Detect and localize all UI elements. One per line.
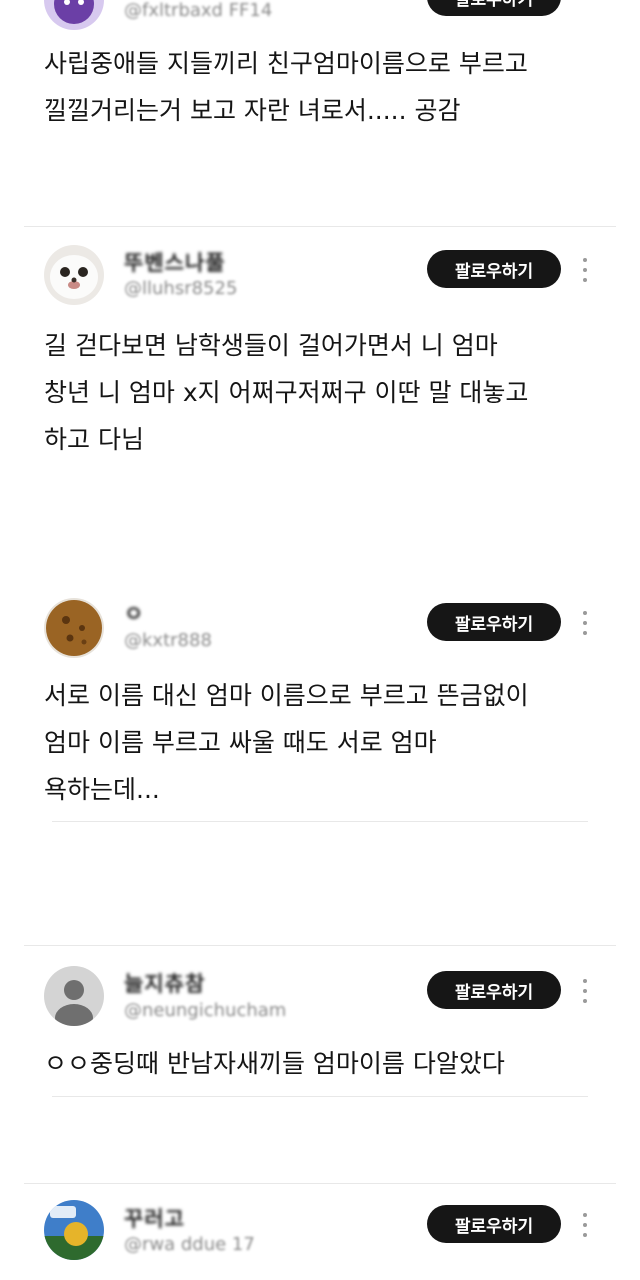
post-text: 서로 이름 대신 엄마 이름으로 부르고 뜬금없이 엄마 이름 부르고 싸울 때…	[44, 672, 604, 813]
post-text-line: 길 걷다보면 남학생들이 걸어가면서 니 엄마	[44, 331, 498, 360]
follow-button[interactable]: 팔로우하기	[427, 971, 561, 1009]
post-text: ㅇㅇ중딩때 반남자새끼들 엄마이름 다알았다	[44, 1040, 604, 1087]
divider	[52, 1096, 588, 1097]
post-1: @fxltrbaxd FF14 팔로우하기 사립중애들 지들끼리 친구엄마이름으…	[0, 0, 640, 228]
post-text-line: 낄낄거리는거 보고 자란 녀로서..... 공감	[44, 96, 461, 125]
user-nickname[interactable]: 뚜벤스나풀	[124, 247, 226, 277]
user-nickname[interactable]: 늘지츄참	[124, 968, 205, 998]
user-handle[interactable]: @kxtr888	[124, 630, 212, 651]
post-text-line: 엄마 이름 부르고 싸울 때도 서로 엄마	[44, 728, 437, 757]
avatar[interactable]	[44, 1200, 104, 1260]
more-options-icon[interactable]	[578, 611, 592, 635]
post-text-line: 창년 니 엄마 x지 어쩌구저쩌구 이딴 말 대놓고	[44, 378, 529, 407]
user-handle[interactable]: @rwa ddue 17	[124, 1234, 255, 1255]
follow-button[interactable]: 팔로우하기	[427, 250, 561, 288]
post-text-line: 서로 이름 대신 엄마 이름으로 부르고 뜬금없이	[44, 681, 529, 710]
post-text-line: 욕하는데...	[44, 775, 160, 804]
avatar[interactable]	[44, 966, 104, 1026]
more-options-icon[interactable]	[578, 979, 592, 1003]
post-text: 길 걷다보면 남학생들이 걸어가면서 니 엄마 창년 니 엄마 x지 어쩌구저쩌…	[44, 322, 604, 463]
avatar[interactable]	[44, 245, 104, 305]
follow-button[interactable]: 팔로우하기	[427, 1205, 561, 1243]
user-handle[interactable]: @neungichucham	[124, 1000, 286, 1021]
follow-button[interactable]: 팔로우하기	[427, 603, 561, 641]
avatar[interactable]	[44, 0, 104, 30]
user-nickname[interactable]: 꾸러고	[124, 1203, 185, 1233]
post-text: 사립중애들 지들끼리 친구엄마이름으로 부르고 낄낄거리는거 보고 자란 녀로서…	[44, 40, 604, 134]
post-text-line: 사립중애들 지들끼리 친구엄마이름으로 부르고	[44, 49, 528, 78]
avatar[interactable]	[44, 598, 104, 658]
divider	[24, 1183, 616, 1184]
user-nickname[interactable]: ㅇ	[124, 598, 144, 628]
more-options-icon[interactable]	[578, 258, 592, 282]
user-handle[interactable]: @lluhsr8525	[124, 278, 237, 299]
divider	[24, 226, 616, 227]
post-text-line: 하고 다님	[44, 425, 144, 454]
user-handle[interactable]: @fxltrbaxd FF14	[124, 0, 272, 21]
more-options-icon[interactable]	[578, 1213, 592, 1237]
post-text-line: ㅇㅇ중딩때 반남자새끼들 엄마이름 다알았다	[44, 1049, 505, 1078]
divider	[52, 821, 588, 822]
follow-button[interactable]: 팔로우하기	[427, 0, 561, 16]
divider	[24, 945, 616, 946]
